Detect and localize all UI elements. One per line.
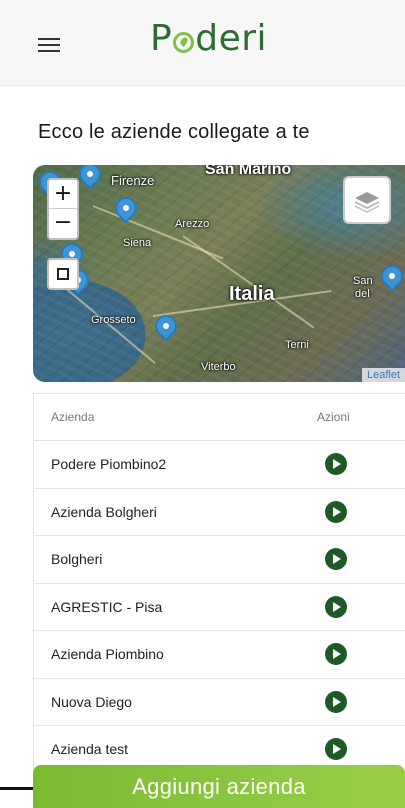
row-company-name: AGRESTIC - Pisa bbox=[51, 598, 163, 615]
column-header-azioni: Azioni bbox=[317, 410, 350, 424]
logo-leaf-icon bbox=[173, 32, 195, 53]
map-label-grosseto: Grosseto bbox=[91, 314, 136, 326]
table-row: Podere Piombino2 bbox=[34, 441, 405, 489]
play-circle-icon[interactable] bbox=[325, 738, 347, 761]
row-company-name: Podere Piombino2 bbox=[51, 456, 167, 473]
row-company-name: Nuova Diego bbox=[51, 693, 132, 710]
hamburger-menu-icon[interactable] bbox=[38, 38, 60, 52]
play-circle-icon[interactable] bbox=[325, 453, 347, 476]
map-attribution-link[interactable]: Leaflet bbox=[361, 368, 405, 382]
table-row: AGRESTIC - Pisa bbox=[34, 584, 405, 631]
play-circle-icon[interactable] bbox=[325, 500, 347, 523]
logo-text-suffix: deri bbox=[195, 18, 268, 59]
fullscreen-icon[interactable] bbox=[47, 258, 79, 290]
table-row: Bolgheri bbox=[34, 536, 405, 584]
play-circle-icon[interactable] bbox=[325, 643, 347, 666]
map-label-siena: Siena bbox=[123, 237, 152, 249]
map-label-terni: Terni bbox=[285, 339, 309, 351]
divider-line bbox=[0, 787, 34, 790]
play-circle-icon[interactable] bbox=[325, 595, 347, 618]
table-row: Azienda Piombino bbox=[34, 631, 405, 679]
zoom-in-button[interactable]: + bbox=[49, 180, 77, 209]
layers-icon[interactable] bbox=[343, 176, 391, 224]
column-header-azienda: Azienda bbox=[51, 410, 95, 424]
app-header: Pderi bbox=[0, 0, 405, 86]
table-row: Azienda Bolgheri bbox=[34, 489, 405, 536]
row-company-name: Bolgheri bbox=[51, 551, 103, 568]
play-circle-icon[interactable] bbox=[325, 548, 347, 571]
table-header: Azienda Azioni bbox=[34, 394, 405, 441]
map-label-arezzo: Arezzo bbox=[175, 218, 210, 230]
map-label-san-right: San bbox=[353, 275, 373, 287]
map-label-san-marino: San Marino bbox=[205, 165, 292, 178]
map-label-italia: Italia bbox=[229, 283, 275, 305]
add-company-button[interactable]: Aggiungi azienda bbox=[33, 765, 405, 808]
table-row: Nuova Diego bbox=[34, 679, 405, 726]
map-zoom-control: + − bbox=[47, 178, 79, 240]
app-logo: Pderi bbox=[150, 18, 267, 59]
play-circle-icon[interactable] bbox=[325, 690, 347, 713]
map-label-del-right: del bbox=[355, 288, 370, 300]
row-company-name: Azienda Bolgheri bbox=[51, 503, 157, 520]
page-title: Ecco le aziende collegate a te bbox=[38, 121, 310, 143]
zoom-out-button[interactable]: − bbox=[49, 209, 77, 238]
map-label-viterbo: Viterbo bbox=[201, 361, 236, 373]
logo-text-prefix: P bbox=[150, 18, 173, 59]
row-company-name: Azienda test bbox=[51, 741, 129, 758]
row-company-name: Azienda Piombino bbox=[51, 646, 164, 663]
map-label-firenze: Firenze bbox=[111, 173, 155, 188]
companies-table: Azienda Azioni Podere Piombino2 Azienda … bbox=[33, 393, 405, 773]
map-view[interactable]: San Marino Firenze Arezzo Siena Italia G… bbox=[33, 165, 405, 382]
